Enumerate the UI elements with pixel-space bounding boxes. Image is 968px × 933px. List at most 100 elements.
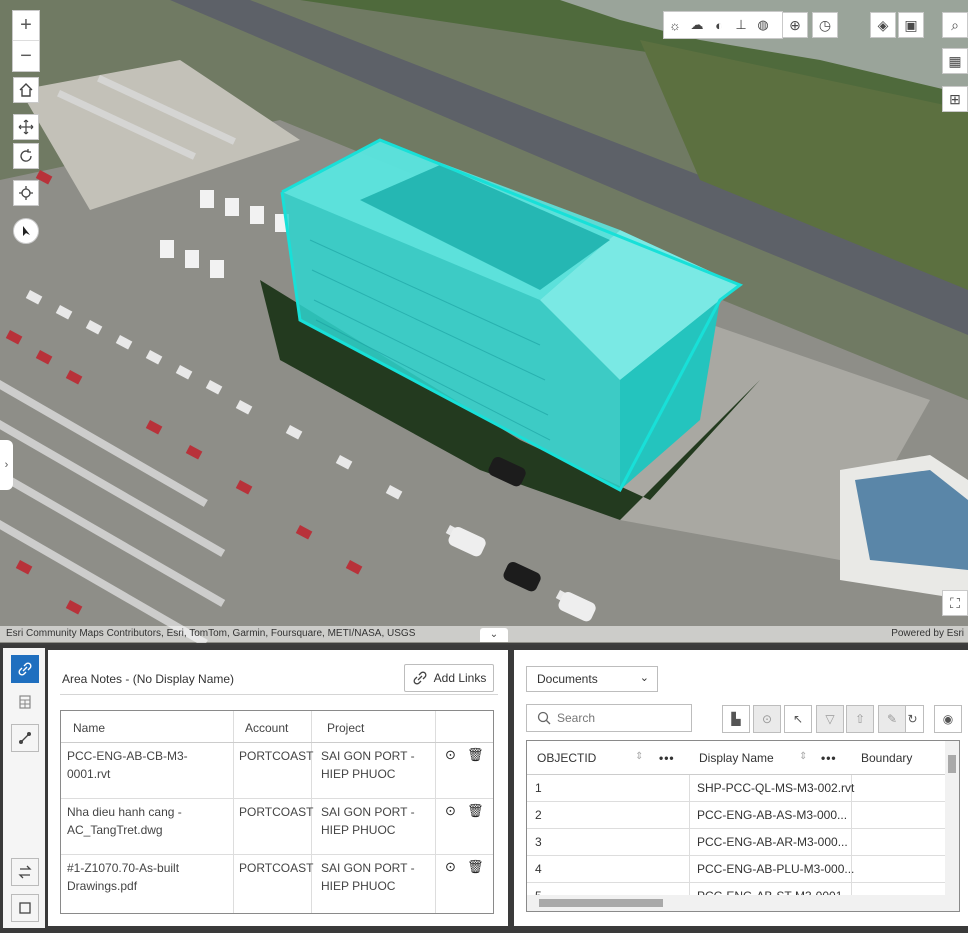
table-tab[interactable] xyxy=(11,688,39,716)
powered-by-text[interactable]: Powered by Esri xyxy=(891,626,964,642)
table-row[interactable]: 3 PCC-ENG-AB-AR-M3-000... xyxy=(527,829,945,856)
play-icon[interactable]: ⊙ xyxy=(445,859,456,875)
move-icon xyxy=(18,119,34,135)
bottom-side-rail xyxy=(3,648,45,928)
table-row[interactable]: Nha dieu hanh cang - AC_TangTret.dwg POR… xyxy=(61,799,493,855)
cell-account: PORTCOAST xyxy=(239,805,314,819)
view-button[interactable]: ◉ xyxy=(934,705,962,733)
layers-icon: ◈ xyxy=(877,16,889,33)
pan-button[interactable] xyxy=(13,114,39,140)
scrollbar-thumb[interactable] xyxy=(539,899,663,907)
maximize-button[interactable] xyxy=(11,894,39,922)
scrollbar-thumb[interactable] xyxy=(948,755,956,773)
horizontal-scrollbar[interactable] xyxy=(527,895,959,911)
column-header-display-name[interactable]: Display Name xyxy=(699,751,774,765)
shadow-icon[interactable]: ◍ xyxy=(752,17,774,33)
sun-icon[interactable]: ☼ xyxy=(664,18,686,33)
fullscreen-icon: ⛶ xyxy=(950,594,960,611)
cell-objectid: 2 xyxy=(535,808,542,822)
cell-objectid: 3 xyxy=(535,835,542,849)
zoom-out-button[interactable]: − xyxy=(13,41,39,71)
trash-icon[interactable]: 🗑 xyxy=(467,859,484,875)
trash-icon[interactable]: 🗑 xyxy=(467,803,484,819)
save-icon: ▣ xyxy=(904,16,918,33)
home-button[interactable] xyxy=(13,77,39,103)
weather-icon[interactable]: ☁ xyxy=(686,17,708,33)
qr-button[interactable]: ▦ xyxy=(942,48,968,74)
select-button[interactable]: ↖ xyxy=(784,705,812,733)
save-button[interactable]: ▣ xyxy=(898,12,924,38)
daylight-icon[interactable]: ◐ xyxy=(708,18,730,33)
scene-view[interactable]: + − ☼ ☁ ◐ ⊥ ◍ ⊕ ◷ ◈ ▣ ⌕ ▦ ⊞ ⛶ › Esri Com… xyxy=(0,0,968,643)
layers-button[interactable]: ◈ xyxy=(870,12,896,38)
play-icon[interactable]: ⊙ xyxy=(445,747,456,763)
filter-icon: ▽ xyxy=(825,712,835,726)
measure-icon: ⊞ xyxy=(949,90,961,107)
cell-account: PORTCOAST xyxy=(239,861,314,875)
add-links-label: Add Links xyxy=(433,671,487,685)
bottom-panel: Area Notes - (No Display Name) Add Links… xyxy=(0,645,968,933)
zoom-in-button[interactable]: + xyxy=(13,11,39,41)
refresh-button[interactable]: ↻ xyxy=(902,705,924,733)
search-map-button[interactable]: ⌕ xyxy=(942,12,968,38)
fullscreen-button[interactable]: ⛶ xyxy=(942,590,968,616)
cell-display-name: PCC-ENG-AB-AS-M3-000... xyxy=(697,808,848,822)
cursor-icon: ↖ xyxy=(792,712,804,726)
sort-icon[interactable]: ⇕ xyxy=(635,751,643,762)
pencil-icon: ✎ xyxy=(886,712,898,726)
cell-objectid: 4 xyxy=(535,862,542,876)
locate-button[interactable] xyxy=(13,180,39,206)
add-link-icon xyxy=(413,671,427,685)
links-tab[interactable] xyxy=(11,655,39,683)
compass-button[interactable] xyxy=(13,218,39,244)
document-icon: ▙ xyxy=(731,712,741,726)
documents-table: OBJECTID ⇕ ••• Display Name ⇕ ••• Bounda… xyxy=(526,740,960,912)
cell-account: PORTCOAST xyxy=(239,749,314,763)
table-row[interactable]: #1-Z1070.70-As-built Drawings.pdf PORTCO… xyxy=(61,855,493,911)
table-row[interactable]: 4 PCC-ENG-AB-PLU-M3-000... xyxy=(527,856,945,883)
cell-objectid: 1 xyxy=(535,781,542,795)
layer-select[interactable]: Documents ⌄ xyxy=(526,666,658,692)
search-input[interactable]: Search xyxy=(526,704,692,732)
elevation-icon[interactable]: ⊥ xyxy=(730,17,752,33)
area-notes-table: Name Account Project PCC-ENG-AB-CB-M3-00… xyxy=(60,710,494,914)
link-icon xyxy=(18,662,32,676)
cell-display-name: PCC-ENG-AB-PLU-M3-000... xyxy=(697,862,855,876)
area-notes-title: Area Notes - (No Display Name) xyxy=(62,672,235,686)
home-icon xyxy=(19,83,33,97)
search-placeholder: Search xyxy=(557,711,596,725)
compass-icon xyxy=(23,226,30,236)
rotate-button[interactable] xyxy=(13,143,39,169)
column-header-boundary[interactable]: Boundary xyxy=(861,751,912,765)
add-links-button[interactable]: Add Links xyxy=(404,664,494,692)
sort-icon[interactable]: ⇕ xyxy=(799,751,807,762)
more-options-icon[interactable]: ••• xyxy=(659,751,675,765)
layer-select-value: Documents xyxy=(537,672,598,686)
play-icon[interactable]: ⊙ xyxy=(445,803,456,819)
more-options-icon[interactable]: ••• xyxy=(821,751,837,765)
time-button[interactable]: ◷ xyxy=(812,12,838,38)
measure-button[interactable]: ⊞ xyxy=(942,86,968,112)
column-header-objectid[interactable]: OBJECTID xyxy=(537,751,596,765)
connection-icon xyxy=(19,732,31,744)
show-selected-button[interactable]: ▙ xyxy=(722,705,750,733)
filter-button[interactable]: ▽ xyxy=(816,705,844,733)
vertical-scrollbar[interactable] xyxy=(945,741,959,895)
upload-button[interactable]: ⇧ xyxy=(846,705,874,733)
basemap-button[interactable]: ⊕ xyxy=(782,12,808,38)
column-header-name[interactable]: Name xyxy=(73,721,105,735)
column-header-project[interactable]: Project xyxy=(327,721,364,735)
collapse-bottom-panel-button[interactable]: ⌄ xyxy=(480,628,508,642)
table-row[interactable]: 2 PCC-ENG-AB-AS-M3-000... xyxy=(527,802,945,829)
table-row[interactable]: 1 SHP-PCC-QL-MS-M3-002.rvt xyxy=(527,775,945,802)
cell-name: Nha dieu hanh cang - AC_TangTret.dwg xyxy=(67,805,182,837)
swap-button[interactable] xyxy=(11,858,39,886)
expand-left-panel-button[interactable]: › xyxy=(0,440,13,490)
table-row[interactable]: PCC-ENG-AB-CB-M3-0001.rvt PORTCOAST SAI … xyxy=(61,743,493,799)
trash-icon[interactable]: 🗑 xyxy=(467,747,484,763)
cell-project: SAI GON PORT - HIEP PHUOC xyxy=(321,749,415,781)
column-header-account[interactable]: Account xyxy=(245,721,288,735)
zoom-to-button[interactable]: ⊙ xyxy=(753,705,781,733)
connections-tab[interactable] xyxy=(11,724,39,752)
play-circle-icon: ⊙ xyxy=(761,712,773,726)
